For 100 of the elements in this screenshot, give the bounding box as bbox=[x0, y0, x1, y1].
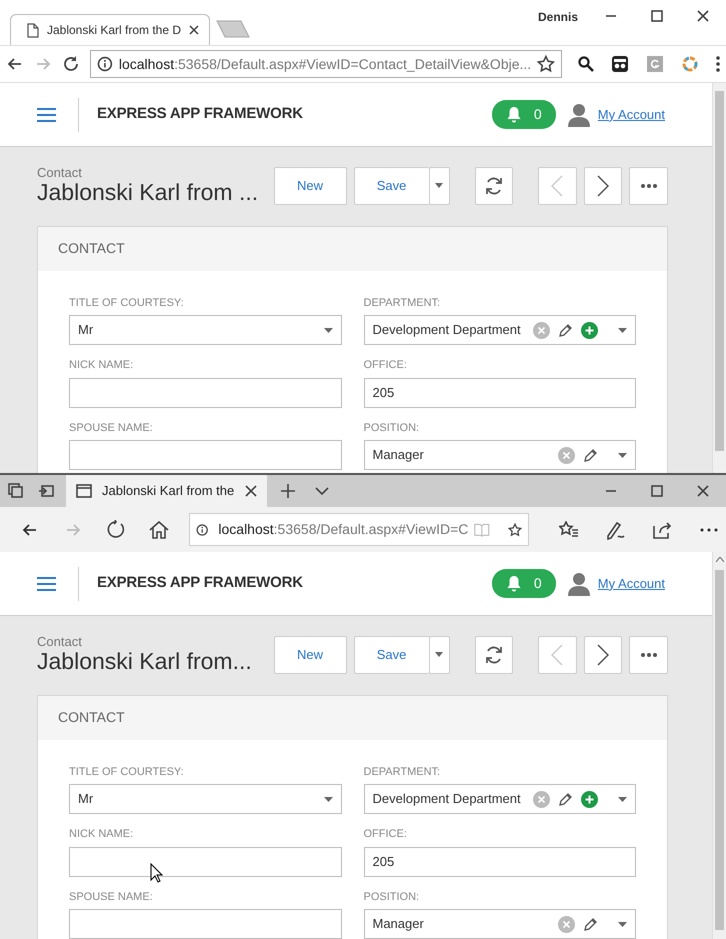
refresh-button[interactable] bbox=[474, 166, 514, 205]
maximize-icon[interactable] bbox=[651, 10, 663, 22]
maximize-icon[interactable] bbox=[651, 485, 663, 497]
field-label: POSITION: bbox=[364, 890, 420, 905]
scrollbar[interactable] bbox=[712, 552, 726, 939]
combo-box[interactable]: Mr bbox=[69, 784, 342, 814]
close-icon[interactable] bbox=[245, 485, 257, 497]
search-icon[interactable] bbox=[578, 56, 594, 72]
caret-icon[interactable] bbox=[618, 328, 627, 333]
share-icon[interactable] bbox=[653, 520, 673, 538]
refresh-button[interactable] bbox=[474, 636, 514, 674]
scroll-up-icon[interactable] bbox=[716, 557, 724, 562]
combo-box[interactable]: Development Department bbox=[364, 784, 636, 814]
chevron-left-icon bbox=[551, 174, 564, 197]
pointer-icon bbox=[150, 863, 163, 883]
section-header: CONTACT bbox=[38, 226, 667, 271]
field-label: OFFICE: bbox=[364, 827, 408, 842]
browser-tab[interactable]: Jablonski Karl from the bbox=[66, 475, 267, 507]
close-icon[interactable] bbox=[189, 25, 199, 35]
input-field[interactable]: 205 bbox=[364, 378, 636, 408]
section-header: CONTACT bbox=[38, 696, 667, 740]
more-button[interactable] bbox=[629, 166, 668, 205]
caret-icon[interactable] bbox=[324, 328, 332, 333]
pencil-icon[interactable] bbox=[583, 448, 598, 463]
field-label: POSITION: bbox=[364, 420, 420, 436]
app-title: EXPRESS APP FRAMEWORK bbox=[97, 104, 303, 124]
input-field[interactable]: 205 bbox=[364, 846, 636, 877]
field-label: SPOUSE NAME: bbox=[69, 420, 154, 436]
refresh-icon bbox=[484, 644, 504, 665]
refresh-icon[interactable] bbox=[106, 520, 126, 540]
scrollbar[interactable] bbox=[712, 83, 726, 473]
home-icon[interactable] bbox=[149, 520, 170, 538]
extension-icon[interactable] bbox=[611, 55, 629, 73]
record-title: Jablonski Karl from ... bbox=[37, 180, 260, 206]
info-icon[interactable] bbox=[97, 56, 113, 72]
save-button[interactable]: Save bbox=[354, 166, 429, 205]
chevron-right-icon bbox=[597, 174, 610, 197]
pen-icon[interactable] bbox=[606, 520, 626, 540]
combo-box[interactable]: Manager bbox=[364, 440, 636, 470]
field-label: SPOUSE NAME: bbox=[69, 890, 154, 905]
new-button[interactable]: New bbox=[274, 166, 347, 205]
dropdown-button[interactable] bbox=[428, 166, 450, 205]
address-bar[interactable]: localhost:53658/Default.aspx#ViewID=C bbox=[189, 513, 529, 546]
account-link[interactable]: My Account bbox=[598, 104, 665, 124]
close-icon[interactable] bbox=[697, 10, 709, 22]
tab-preview-icon[interactable] bbox=[8, 483, 24, 499]
chevron-left-icon bbox=[551, 644, 564, 666]
person-icon bbox=[568, 572, 590, 596]
input-field[interactable] bbox=[69, 846, 342, 877]
more-icon[interactable] bbox=[700, 528, 718, 532]
reload-icon[interactable] bbox=[62, 55, 80, 73]
dropdown-button[interactable] bbox=[428, 636, 450, 674]
chevron-right-icon bbox=[597, 644, 610, 666]
save-button[interactable]: Save bbox=[354, 636, 429, 674]
pencil-icon[interactable] bbox=[558, 322, 573, 338]
breadcrumb: Contact bbox=[37, 166, 83, 180]
new-button[interactable]: New bbox=[274, 636, 347, 674]
person-icon bbox=[568, 102, 590, 126]
field-label: NICK NAME: bbox=[69, 358, 134, 374]
caret-icon[interactable] bbox=[618, 922, 627, 927]
more-vertical-icon[interactable] bbox=[716, 56, 720, 72]
chevron-down-icon[interactable] bbox=[315, 487, 329, 495]
field-label: TITLE OF COURTESY: bbox=[69, 296, 185, 311]
add-icon[interactable] bbox=[581, 790, 598, 808]
caret-icon[interactable] bbox=[324, 796, 332, 802]
breadcrumb: Contact bbox=[37, 635, 83, 650]
plus-icon[interactable] bbox=[281, 484, 295, 498]
add-icon[interactable] bbox=[581, 322, 598, 339]
input-field[interactable] bbox=[69, 440, 342, 470]
caret-icon[interactable] bbox=[618, 796, 627, 802]
star-icon[interactable] bbox=[537, 55, 555, 73]
combo-box[interactable]: Mr bbox=[69, 315, 342, 346]
window-icon bbox=[76, 484, 92, 498]
menu-icon[interactable] bbox=[37, 576, 56, 592]
browser-tab[interactable]: Jablonski Karl from the D bbox=[10, 14, 210, 45]
close-icon[interactable] bbox=[697, 485, 709, 497]
menu-icon[interactable] bbox=[37, 106, 56, 122]
more-icon bbox=[640, 184, 657, 188]
star-icon[interactable] bbox=[508, 520, 522, 538]
info-icon[interactable] bbox=[196, 522, 208, 538]
profile-name[interactable]: Dennis bbox=[538, 8, 578, 26]
caret-icon bbox=[435, 183, 444, 188]
set-aside-icon[interactable] bbox=[38, 483, 54, 499]
input-field[interactable] bbox=[69, 909, 342, 939]
combo-box[interactable]: Development Department bbox=[364, 315, 636, 346]
pencil-icon[interactable] bbox=[583, 916, 598, 932]
account-link[interactable]: My Account bbox=[598, 574, 665, 594]
field-label: OFFICE: bbox=[364, 358, 408, 374]
page-icon bbox=[27, 22, 39, 38]
combo-box[interactable]: Manager bbox=[364, 909, 636, 939]
input-field[interactable] bbox=[69, 378, 342, 408]
bell-icon bbox=[506, 575, 522, 592]
field-label: NICK NAME: bbox=[69, 827, 134, 842]
more-button[interactable] bbox=[629, 636, 668, 674]
favorites-icon[interactable] bbox=[559, 520, 579, 538]
next-button[interactable] bbox=[584, 166, 622, 205]
address-bar[interactable]: localhost:53658/Default.aspx#ViewID=Contact_DetailView&Obje... bbox=[90, 50, 562, 78]
caret-icon[interactable] bbox=[618, 452, 627, 458]
pencil-icon[interactable] bbox=[558, 792, 573, 807]
next-button[interactable] bbox=[584, 636, 622, 674]
